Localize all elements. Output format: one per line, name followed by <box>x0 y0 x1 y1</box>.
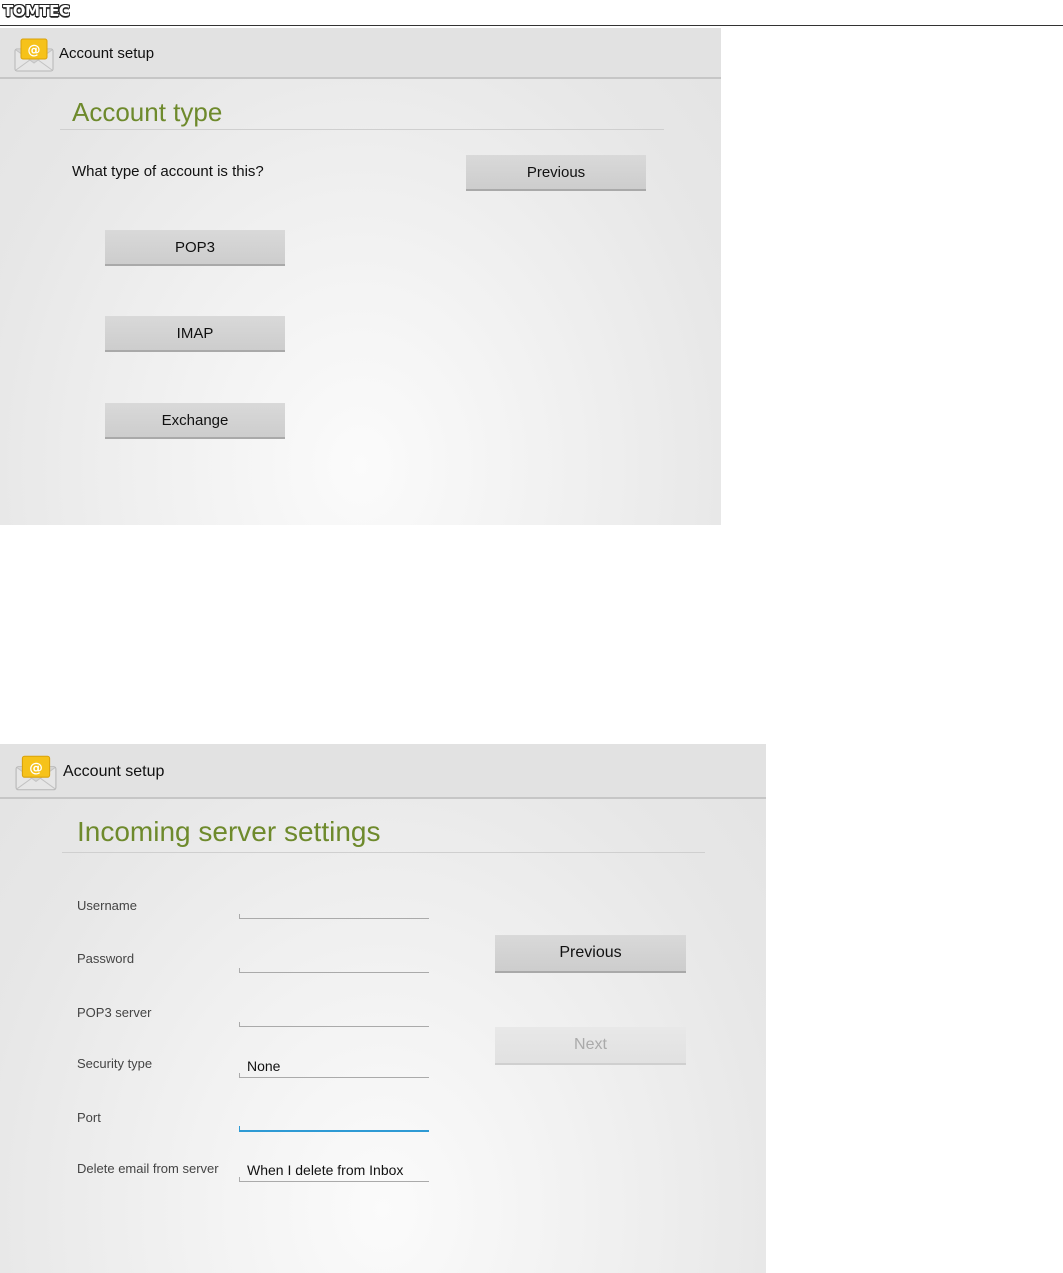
incoming-server-settings-screen: @ Account setup Incoming server settings… <box>0 744 766 1273</box>
previous-button[interactable]: Previous <box>466 155 646 191</box>
pop3-button[interactable]: POP3 <box>105 230 285 266</box>
security-type-select[interactable]: None <box>239 1056 429 1078</box>
imap-button[interactable]: IMAP <box>105 316 285 352</box>
page-title: Account type <box>72 97 223 127</box>
security-type-label: Security type <box>77 1056 153 1071</box>
svg-text:@: @ <box>28 43 41 58</box>
delete-email-select[interactable]: When I delete from Inbox <box>239 1160 429 1182</box>
exchange-button[interactable]: Exchange <box>105 403 285 439</box>
tomtec-logo: TOMTEC <box>3 2 70 20</box>
titlebar-title: Account setup <box>63 763 165 780</box>
port-field[interactable] <box>239 1110 429 1132</box>
previous-button[interactable]: Previous <box>495 935 686 973</box>
pop3-server-label: POP3 server <box>77 1005 152 1020</box>
titlebar: @ Account setup <box>0 28 721 79</box>
email-app-icon: @ <box>14 754 58 797</box>
next-button[interactable]: Next <box>495 1027 686 1065</box>
account-type-question: What type of account is this? <box>72 163 264 180</box>
delete-email-value: When I delete from Inbox <box>247 1162 404 1178</box>
password-field[interactable] <box>239 951 429 973</box>
username-label: Username <box>77 898 137 913</box>
account-type-screen: @ Account setup Account type What type o… <box>0 28 721 525</box>
titlebar-title: Account setup <box>59 45 155 62</box>
titlebar: @ Account setup <box>0 744 766 799</box>
email-app-icon: @ <box>13 37 55 78</box>
heading-rule <box>60 129 664 130</box>
svg-text:@: @ <box>29 760 43 776</box>
heading-rule <box>62 852 705 853</box>
port-label: Port <box>77 1110 101 1125</box>
security-type-value: None <box>247 1058 281 1074</box>
pop3-server-field[interactable] <box>239 1005 429 1027</box>
delete-email-label: Delete email from server <box>77 1161 219 1176</box>
header-rule <box>0 25 1063 26</box>
password-label: Password <box>77 951 135 966</box>
username-field[interactable] <box>239 897 429 919</box>
page-title: Incoming server settings <box>77 816 381 847</box>
document-header: TOMTEC <box>0 0 1063 26</box>
